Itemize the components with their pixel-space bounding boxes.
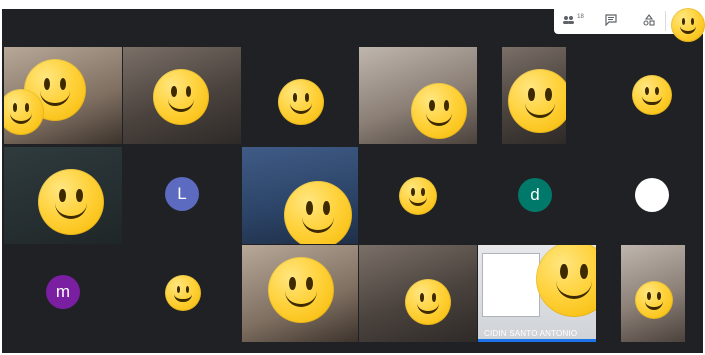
chat-icon: [605, 13, 617, 29]
participant-tile[interactable]: [123, 245, 241, 342]
participant-avatar: d: [518, 178, 552, 212]
activities-button[interactable]: [638, 12, 660, 30]
participant-tile[interactable]: [359, 47, 477, 144]
participant-name: CIDIN SANTO ANTONIO: [484, 329, 578, 338]
participant-avatar: m: [46, 275, 80, 309]
participant-tile[interactable]: [4, 47, 122, 144]
meeting-toolbar: 18: [554, 8, 705, 42]
participant-tile[interactable]: [596, 47, 703, 144]
participant-tile[interactable]: [359, 147, 477, 244]
participants-count: 18: [577, 14, 584, 20]
face-emoji-icon: [38, 169, 104, 235]
meeting-grid: L d m CIDIN SANTO ANTONIO: [2, 9, 703, 353]
participant-avatar: L: [165, 177, 199, 211]
toolbar-divider: [665, 11, 666, 31]
participant-tile[interactable]: [621, 245, 685, 342]
participant-tile[interactable]: [242, 47, 358, 144]
participant-tile[interactable]: [597, 147, 703, 244]
participant-tile[interactable]: [359, 245, 477, 342]
shared-document: [482, 253, 540, 317]
participant-tile[interactable]: [123, 47, 241, 144]
face-emoji-icon: [399, 177, 437, 215]
participant-avatar: [635, 178, 669, 212]
speaking-indicator: [478, 339, 596, 342]
face-emoji-icon: [268, 257, 334, 323]
face-emoji-icon: [153, 69, 209, 125]
face-emoji-icon: [536, 245, 596, 317]
face-emoji-icon: [635, 281, 673, 319]
face-emoji-icon: [4, 89, 44, 135]
self-view-avatar[interactable]: [671, 8, 705, 42]
participant-tile[interactable]: d: [478, 147, 596, 244]
face-emoji-icon: [632, 75, 672, 115]
participant-tile[interactable]: [242, 245, 358, 342]
chat-button[interactable]: [600, 12, 622, 30]
participant-tile[interactable]: [242, 147, 358, 244]
bottom-bar: [2, 343, 703, 353]
participants-button[interactable]: 18: [562, 12, 584, 30]
face-emoji-icon: [411, 83, 467, 139]
activities-icon: [643, 13, 655, 29]
face-emoji-icon: [278, 79, 324, 125]
participant-tile[interactable]: L: [123, 147, 241, 244]
participant-tile[interactable]: [4, 147, 122, 244]
face-emoji-icon: [165, 275, 201, 311]
participant-tile[interactable]: CIDIN SANTO ANTONIO: [478, 245, 596, 342]
face-emoji-icon: [284, 181, 352, 244]
face-emoji-icon: [405, 279, 451, 325]
face-emoji-icon: [508, 69, 566, 133]
participant-tile[interactable]: m: [4, 245, 122, 342]
people-icon: [562, 15, 576, 28]
participant-tile[interactable]: [502, 47, 566, 144]
